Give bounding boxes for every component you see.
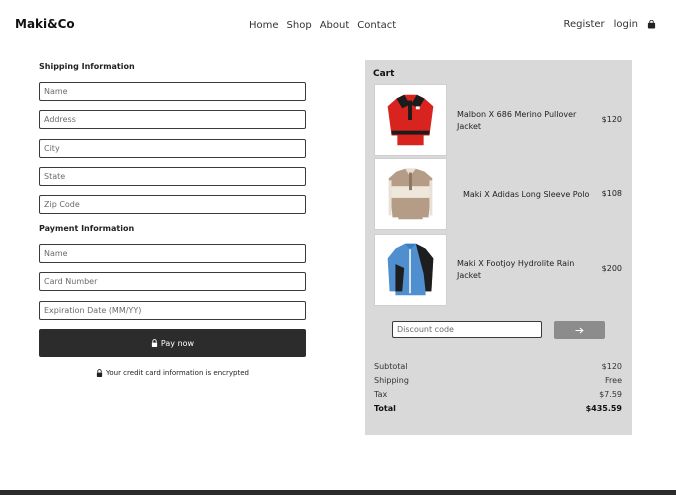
auth-links: Register login <box>563 19 656 30</box>
discount-code-input[interactable] <box>392 321 542 338</box>
shipping-name-input[interactable] <box>39 82 306 101</box>
total-label: Total <box>374 404 396 413</box>
arrow-right-icon <box>575 327 584 333</box>
payment-title: Payment Information <box>39 224 135 233</box>
nav-home[interactable]: Home <box>249 20 279 31</box>
total-value: $435.59 <box>585 404 622 413</box>
shipping-zip-input[interactable] <box>39 195 306 214</box>
product-image-blue-jacket <box>374 234 447 306</box>
product-image-polo <box>374 158 447 230</box>
nav-shop[interactable]: Shop <box>287 20 312 31</box>
encryption-note: Your credit card information is encrypte… <box>39 369 306 377</box>
cart-item: Malbon X 686 Merino Pullover Jacket $120 <box>374 84 626 156</box>
expiry-date-input[interactable] <box>39 301 306 320</box>
subtotal-row: Subtotal $120 <box>374 362 622 371</box>
tax-value: $7.59 <box>599 390 622 399</box>
cart-item: Maki X Footjoy Hydrolite Rain Jacket $20… <box>374 234 626 306</box>
shipping-row: Shipping Free <box>374 376 622 385</box>
shopping-bag-icon[interactable] <box>647 20 656 29</box>
footer-bar <box>0 490 676 495</box>
tax-row: Tax $7.59 <box>374 390 622 399</box>
cart-item-name[interactable]: Maki X Adidas Long Sleeve Polo <box>463 189 593 201</box>
cart-item: Maki X Adidas Long Sleeve Polo $108 <box>374 158 626 230</box>
cart-panel: Cart Malbon X 686 Merino Pullover Jacket… <box>365 60 632 435</box>
subtotal-value: $120 <box>601 362 622 371</box>
lock-icon <box>151 339 158 347</box>
lock-icon <box>96 369 103 377</box>
cart-item-price: $108 <box>601 189 622 198</box>
payment-name-input[interactable] <box>39 244 306 263</box>
pay-now-button[interactable]: Pay now <box>39 329 306 357</box>
cart-item-name[interactable]: Maki X Footjoy Hydrolite Rain Jacket <box>457 258 582 282</box>
shipping-city-input[interactable] <box>39 139 306 158</box>
main-nav: Home Shop About Contact <box>249 20 396 31</box>
nav-about[interactable]: About <box>320 20 350 31</box>
nav-contact[interactable]: Contact <box>357 20 396 31</box>
total-row: Total $435.59 <box>374 404 622 413</box>
encryption-note-text: Your credit card information is encrypte… <box>106 369 249 377</box>
shipping-address-input[interactable] <box>39 110 306 129</box>
shipping-state-input[interactable] <box>39 167 306 186</box>
cart-item-name[interactable]: Malbon X 686 Merino Pullover Jacket <box>457 109 582 133</box>
register-link[interactable]: Register <box>563 19 604 30</box>
brand-logo[interactable]: Maki&Co <box>15 17 75 31</box>
subtotal-label: Subtotal <box>374 362 408 371</box>
shipping-value: Free <box>605 376 622 385</box>
card-number-input[interactable] <box>39 272 306 291</box>
tax-label: Tax <box>374 390 388 399</box>
login-link[interactable]: login <box>614 19 638 30</box>
apply-discount-button[interactable] <box>554 321 605 339</box>
checkout-page: Maki&Co Home Shop About Contact Register… <box>0 0 676 495</box>
product-image-red-jacket <box>374 84 447 156</box>
pay-now-label: Pay now <box>160 338 195 348</box>
cart-item-price: $120 <box>601 115 622 124</box>
cart-item-price: $200 <box>601 264 622 273</box>
shipping-label: Shipping <box>374 376 409 385</box>
shipping-title: Shipping Information <box>39 62 135 71</box>
cart-title: Cart <box>373 69 395 79</box>
